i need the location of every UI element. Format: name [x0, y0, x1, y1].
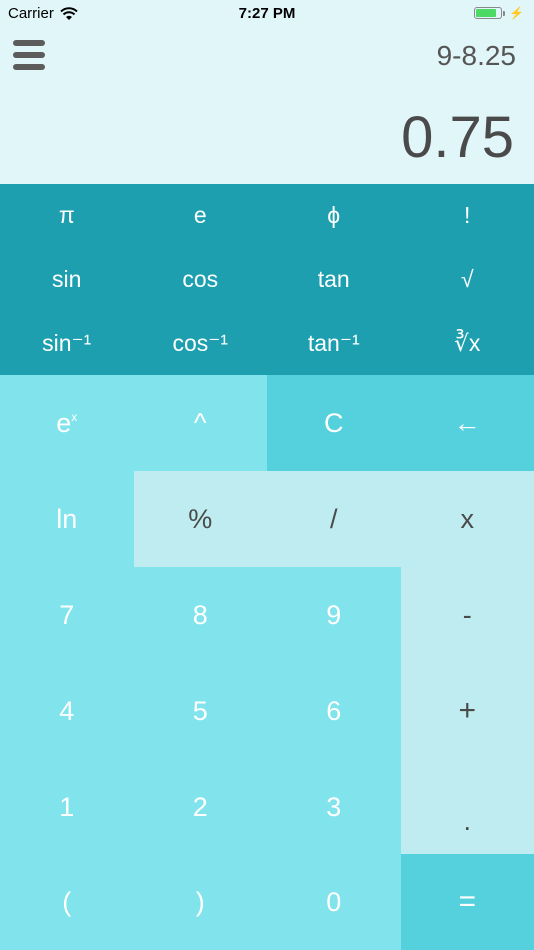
cube-root-key[interactable]: ∛x — [401, 311, 534, 375]
divide-key[interactable]: / — [267, 471, 401, 567]
battery-indicator: ⚡ — [474, 6, 524, 20]
seven-key[interactable]: 7 — [0, 567, 134, 663]
scientific-panel: π e ϕ ! sin cos tan √ sin⁻¹ cos⁻¹ tan⁻¹ … — [0, 184, 534, 375]
acos-key[interactable]: cos⁻¹ — [134, 311, 268, 375]
sqrt-key[interactable]: √ — [401, 248, 534, 312]
minus-key[interactable]: - — [400, 567, 534, 663]
charging-bolt-icon: ⚡ — [509, 6, 524, 20]
factorial-key[interactable]: ! — [401, 184, 534, 248]
expression-display: 9-8.25 — [436, 40, 516, 71]
clear-key[interactable]: C — [267, 375, 401, 471]
battery-fill — [476, 9, 497, 17]
sin-key[interactable]: sin — [0, 248, 134, 312]
phi-key[interactable]: ϕ — [267, 184, 401, 248]
exp-key[interactable]: ex — [0, 375, 134, 471]
zero-key[interactable]: 0 — [267, 855, 401, 950]
left-paren-key[interactable]: ( — [0, 855, 134, 950]
exp-key-superscript: x — [71, 410, 78, 424]
plus-key[interactable]: + — [400, 663, 534, 759]
pi-key[interactable]: π — [0, 184, 134, 248]
hamburger-menu-icon[interactable] — [13, 40, 45, 74]
tan-key[interactable]: tan — [267, 248, 401, 312]
backspace-key[interactable]: ← — [400, 375, 534, 471]
cos-key[interactable]: cos — [134, 248, 268, 312]
keypad: ex ^ C ← ln % / x 7 8 9 - 4 5 6 + 1 2 3 … — [0, 375, 534, 950]
six-key[interactable]: 6 — [267, 663, 401, 759]
five-key[interactable]: 5 — [133, 663, 267, 759]
result-display: 0.75 — [401, 105, 514, 170]
nine-key[interactable]: 9 — [267, 567, 401, 663]
four-key[interactable]: 4 — [0, 663, 134, 759]
battery-cap — [503, 10, 506, 16]
euler-key[interactable]: e — [134, 184, 268, 248]
equals-key[interactable]: = — [400, 854, 534, 950]
asin-key[interactable]: sin⁻¹ — [0, 311, 134, 375]
right-paren-key[interactable]: ) — [133, 855, 267, 950]
decimal-key[interactable]: . — [400, 759, 534, 854]
atan-key[interactable]: tan⁻¹ — [267, 311, 401, 375]
status-bar: Carrier 7:27 PM ⚡ — [0, 0, 534, 28]
status-time: 7:27 PM — [238, 5, 296, 22]
percent-key[interactable]: % — [133, 471, 267, 567]
one-key[interactable]: 1 — [0, 759, 134, 855]
exp-key-label: e — [56, 407, 72, 438]
three-key[interactable]: 3 — [267, 759, 401, 855]
multiply-key[interactable]: x — [400, 471, 534, 567]
eight-key[interactable]: 8 — [133, 567, 267, 663]
power-key[interactable]: ^ — [133, 375, 267, 471]
two-key[interactable]: 2 — [133, 759, 267, 855]
battery-icon — [474, 7, 503, 19]
ln-key[interactable]: ln — [0, 471, 134, 567]
